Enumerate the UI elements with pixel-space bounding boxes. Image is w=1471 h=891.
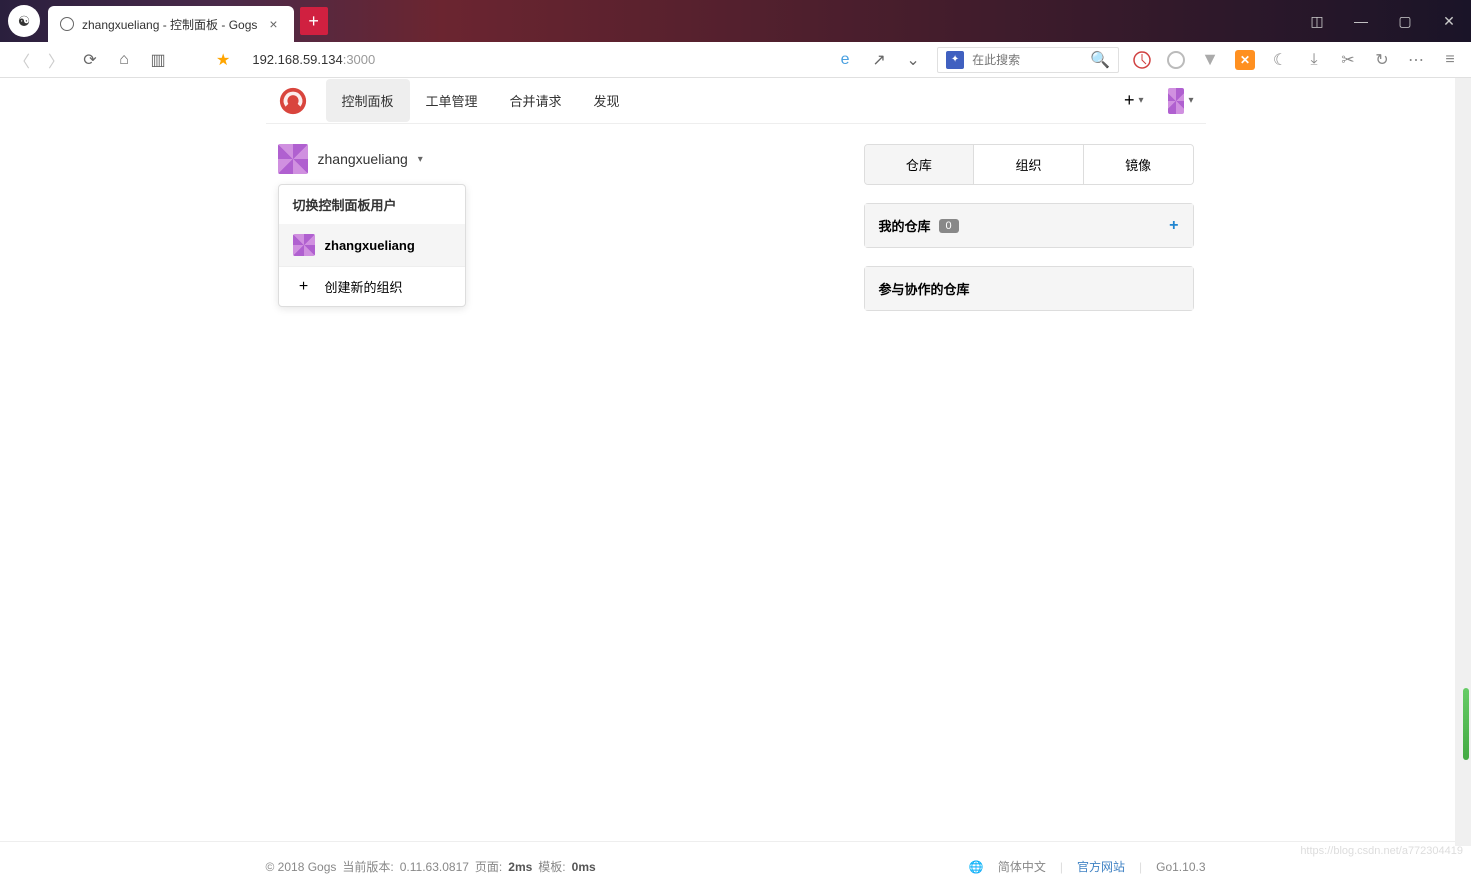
avatar	[278, 144, 308, 174]
globe-icon: 🌐	[969, 860, 984, 874]
night-mode-icon[interactable]: ☾	[1271, 51, 1289, 69]
menu-icon[interactable]: ≡	[1441, 51, 1459, 69]
new-repo-button[interactable]: +	[1169, 217, 1178, 235]
search-box[interactable]: ✦ 🔍	[937, 47, 1119, 73]
user-menu[interactable]: ▾	[1168, 88, 1194, 114]
context-user-name: zhangxueliang	[318, 151, 408, 167]
search-input[interactable]	[972, 53, 1082, 67]
page-content: 控制面板 工单管理 合并请求 发现 + ▾ ▾ zhangxueliang ▾ …	[0, 78, 1471, 891]
browser-tab[interactable]: zhangxueliang - 控制面板 - Gogs ×	[48, 6, 294, 42]
download-icon[interactable]: ⤓	[1305, 51, 1323, 69]
my-repos-panel: 我的仓库 0 +	[864, 203, 1194, 248]
page-time: 2ms	[508, 860, 532, 874]
gogs-logo-icon[interactable]	[278, 86, 308, 116]
tab-title: zhangxueliang - 控制面板 - Gogs	[82, 16, 257, 33]
address-bar[interactable]: 192.168.59.134:3000	[252, 52, 375, 67]
collab-repos-panel: 参与协作的仓库	[864, 266, 1194, 311]
ie-mode-icon[interactable]: e	[835, 50, 855, 70]
extension-icon-3[interactable]: ▼	[1201, 51, 1219, 69]
my-repos-label: 我的仓库	[879, 216, 931, 235]
extension-icon-1[interactable]	[1133, 51, 1151, 69]
tab-repos[interactable]: 仓库	[865, 145, 974, 184]
window-titlebar: ☯ zhangxueliang - 控制面板 - Gogs × + ◫ — ▢ …	[0, 0, 1471, 42]
go-version: Go1.10.3	[1156, 860, 1205, 874]
back-icon[interactable]: 〈	[12, 50, 32, 70]
lang-selector[interactable]: 简体中文	[998, 858, 1046, 875]
repo-filter-tabs: 仓库 组织 镜像	[864, 144, 1194, 185]
official-site-link[interactable]: 官方网站	[1077, 858, 1125, 875]
dropdown-user-label: zhangxueliang	[325, 238, 415, 253]
avatar	[293, 234, 315, 256]
reader-icon[interactable]: ▥	[148, 50, 168, 70]
dropdown-create-label: 创建新的组织	[325, 277, 403, 296]
nav-explore[interactable]: 发现	[578, 79, 636, 122]
extension-icon-4[interactable]: ✕	[1235, 50, 1255, 70]
app-favicon: ☯	[8, 5, 40, 37]
gogs-navbar: 控制面板 工单管理 合并请求 发现 + ▾ ▾	[266, 78, 1206, 124]
dropdown-user-item[interactable]: zhangxueliang	[279, 224, 465, 266]
context-user-selector[interactable]: zhangxueliang ▾	[278, 144, 844, 174]
forward-icon[interactable]: 〉	[46, 50, 66, 70]
bookmark-star-icon[interactable]: ★	[216, 50, 230, 70]
extension-icon-2[interactable]	[1167, 51, 1185, 69]
version-value: 0.11.63.0817	[400, 860, 469, 874]
page-footer: © 2018 Gogs 当前版本: 0.11.63.0817 页面: 2ms 模…	[0, 841, 1471, 891]
template-time-label: 模板:	[538, 858, 565, 875]
scroll-thumb[interactable]	[1463, 688, 1469, 760]
share-icon[interactable]: ↗	[869, 50, 889, 70]
globe-icon	[60, 17, 74, 31]
tab-mirrors[interactable]: 镜像	[1083, 145, 1193, 184]
template-time: 0ms	[572, 860, 596, 874]
create-menu[interactable]: + ▾	[1112, 82, 1156, 119]
tab-orgs[interactable]: 组织	[973, 145, 1083, 184]
browser-toolbar: 〈 〉 ⟳ ⌂ ▥ ★ 192.168.59.134:3000 e ↗ ⌄ ✦ …	[0, 42, 1471, 78]
more-icon[interactable]: ⋯	[1407, 51, 1425, 69]
maximize-icon[interactable]: ▢	[1383, 0, 1427, 42]
home-icon[interactable]: ⌂	[114, 50, 134, 70]
chevron-down-icon[interactable]: ⌄	[903, 50, 923, 70]
search-engine-icon: ✦	[946, 51, 964, 69]
context-user-dropdown: 切换控制面板用户 zhangxueliang + 创建新的组织	[278, 184, 466, 307]
scissors-icon[interactable]: ✂	[1339, 51, 1357, 69]
close-icon[interactable]: ×	[265, 16, 281, 32]
dropdown-header: 切换控制面板用户	[279, 185, 465, 224]
page-time-label: 页面:	[475, 858, 502, 875]
nav-pulls[interactable]: 合并请求	[494, 79, 578, 122]
copyright: © 2018 Gogs	[266, 860, 337, 874]
watermark: https://blog.csdn.net/a772304419	[1300, 845, 1463, 857]
dropdown-create-org[interactable]: + 创建新的组织	[279, 266, 465, 306]
version-label: 当前版本:	[342, 858, 393, 875]
nav-issues[interactable]: 工单管理	[410, 79, 494, 122]
avatar	[1168, 88, 1185, 114]
my-repos-count: 0	[939, 219, 959, 233]
restore-icon[interactable]: ↻	[1373, 51, 1391, 69]
collab-repos-label: 参与协作的仓库	[879, 279, 970, 298]
search-icon[interactable]: 🔍	[1090, 50, 1110, 70]
minimize-icon[interactable]: —	[1339, 0, 1383, 42]
chevron-down-icon: ▾	[418, 154, 423, 165]
window-option-icon[interactable]: ◫	[1295, 0, 1339, 42]
close-window-icon[interactable]: ✕	[1427, 0, 1471, 42]
reload-icon[interactable]: ⟳	[80, 50, 100, 70]
nav-dashboard[interactable]: 控制面板	[326, 79, 410, 122]
plus-icon: +	[293, 278, 315, 296]
new-tab-button[interactable]: +	[300, 7, 328, 35]
